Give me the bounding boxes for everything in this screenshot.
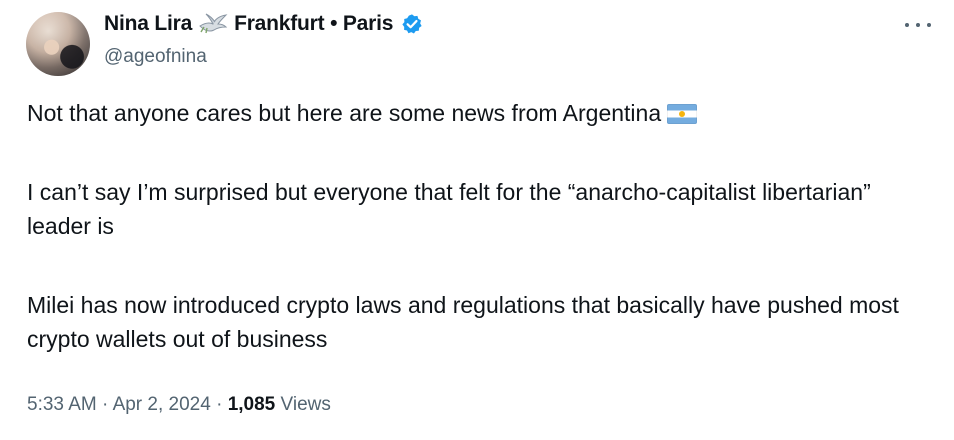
verified-badge-icon[interactable] [401,13,423,35]
tweet-paragraph-2: I can’t say I’m surprised but everyone t… [27,179,871,239]
views-count[interactable]: 1,085 [228,394,276,415]
meta-separator: · [96,394,113,415]
dove-icon [198,12,228,36]
tweet-paragraph-1-text: Not that anyone cares but here are some … [27,100,662,126]
argentina-flag-icon [667,104,698,124]
views-label: Views [275,394,331,415]
author-handle[interactable]: @ageofnina [104,46,207,68]
author-line: Nina Lira Frankfurt • Paris [104,12,423,36]
meta-separator: · [210,394,228,415]
avatar[interactable] [26,12,90,76]
tweet-card: Nina Lira Frankfurt • Paris @ageofnina N… [0,0,954,440]
tweet-time[interactable]: 5:33 AM [27,394,97,415]
author-location: Frankfurt • Paris [234,12,394,35]
author-name[interactable]: Nina Lira [104,12,192,36]
tweet-meta: 5:33 AM · Apr 2, 2024 · 1,085 Views [27,394,331,416]
tweet-paragraph-3: Milei has now introduced crypto laws and… [27,292,899,352]
tweet-paragraph-1: Not that anyone cares but here are some … [27,96,698,130]
more-options-icon[interactable] [905,15,931,35]
tweet-date[interactable]: Apr 2, 2024 [113,394,211,415]
